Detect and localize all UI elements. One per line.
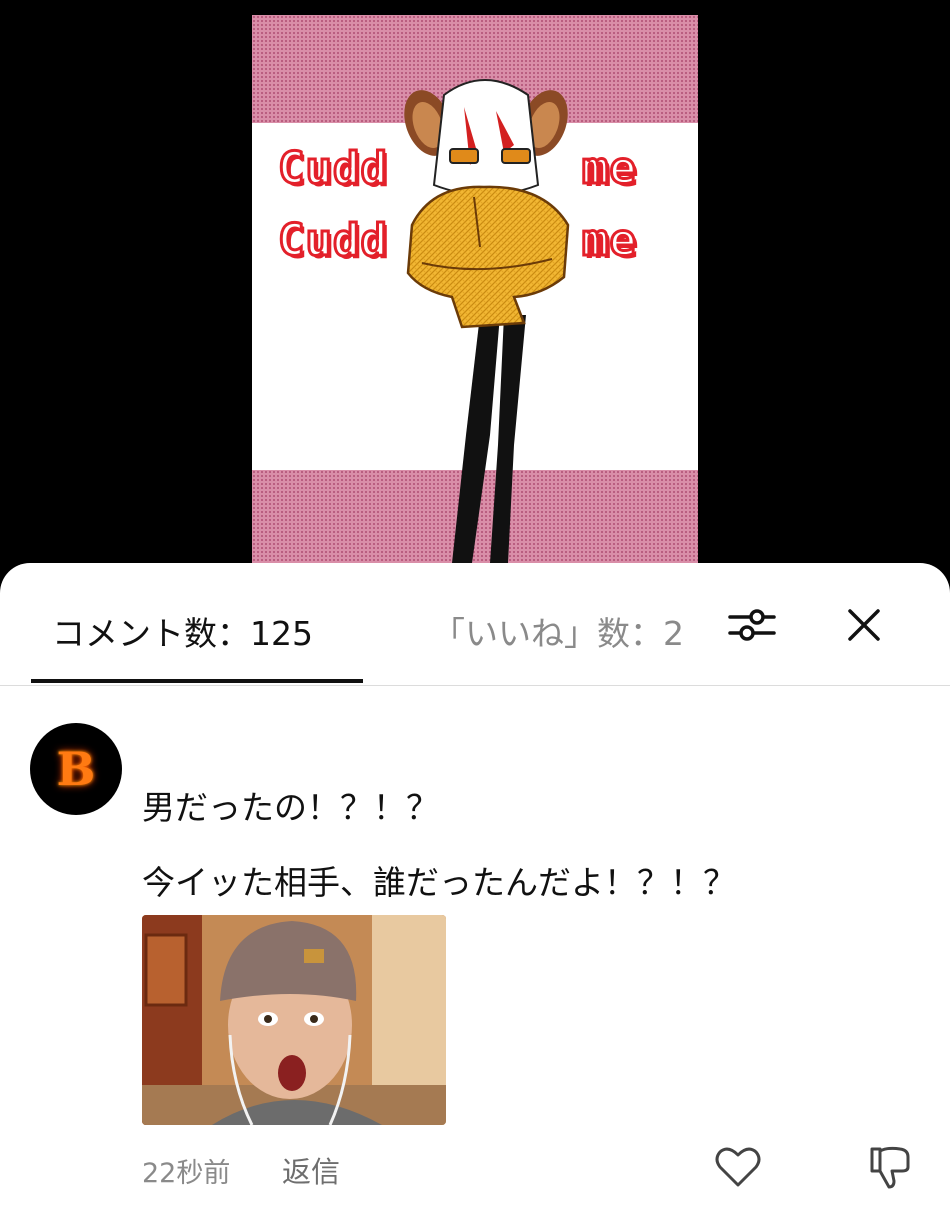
close-icon: [848, 609, 880, 641]
heart-icon: [715, 1147, 761, 1187]
comment-text-line-2: 今イッた相手、誰だったんだよ！？！？: [142, 863, 736, 902]
active-tab-indicator: [31, 679, 363, 683]
reaction-photo: [142, 915, 446, 1125]
video-frame: Cudd Cudd me me: [252, 15, 698, 575]
tab-likes[interactable]: 「いいね」数：2: [432, 607, 700, 655]
avatar-letter: B: [56, 742, 96, 796]
pixel-character-illustration: [404, 79, 570, 563]
like-button[interactable]: [712, 1141, 764, 1193]
comment-text-line-1: 男だったの！？！？: [142, 788, 439, 827]
video-player[interactable]: Cudd Cudd me me: [0, 0, 950, 600]
close-button[interactable]: [838, 599, 890, 651]
tab-comments[interactable]: コメント数：125: [52, 607, 313, 655]
filter-sliders-icon: [728, 609, 776, 641]
filter-button[interactable]: [726, 599, 778, 651]
comment-sheet: コメント数：125 「いいね」数：2 B 男だったの！？！？ 今イッた相手、誰だ…: [0, 563, 950, 1213]
thumbs-down-icon: [870, 1146, 910, 1189]
dislike-button[interactable]: [864, 1141, 916, 1193]
comment-timestamp: 22秒前: [142, 1158, 231, 1189]
comment-image[interactable]: [142, 915, 446, 1125]
avatar[interactable]: B: [30, 723, 122, 815]
comment-tabs: コメント数：125 「いいね」数：2: [0, 563, 950, 686]
reply-button[interactable]: 返信: [282, 1149, 340, 1191]
